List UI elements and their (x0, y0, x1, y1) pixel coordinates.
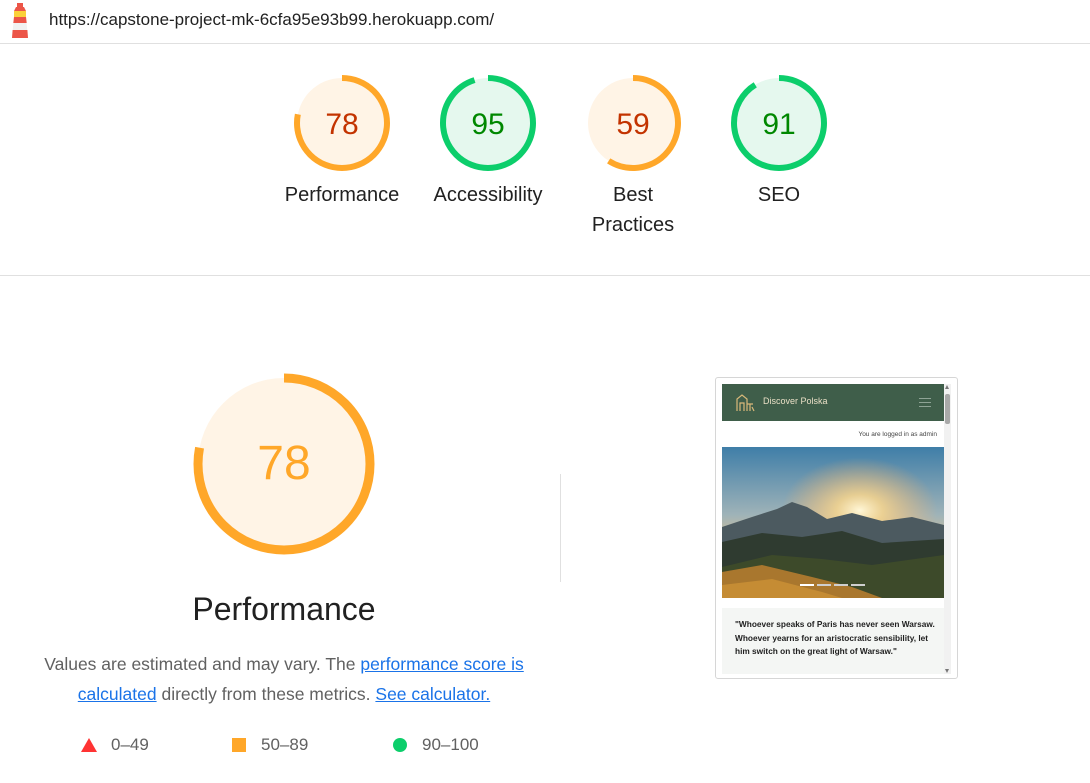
hero-image (722, 447, 944, 598)
legend-average: 50–89 (231, 735, 308, 755)
best-practices-score: 59 (616, 108, 649, 141)
screenshot-scrollbar[interactable] (944, 384, 951, 674)
seo-label: SEO (757, 184, 801, 206)
best-practices-gauge-ring: 59 (585, 75, 681, 171)
legend-average-range: 50–89 (261, 735, 309, 754)
accessibility-gauge-ring: 95 (440, 75, 536, 171)
site-brand: Discover Polska (763, 396, 828, 406)
score-gauge-accessibility[interactable]: 95 Accessibility (418, 74, 558, 210)
accessibility-label: Accessibility (433, 184, 543, 206)
description-text-1: Values are estimated and may vary. The (44, 654, 361, 674)
seo-gauge-ring: 91 (731, 75, 827, 171)
legend-pass-range: 90–100 (422, 735, 479, 754)
site-navbar: Discover Polska (722, 384, 944, 421)
best-practices-label: Best Practices (591, 184, 675, 236)
performance-heading: Performance (192, 591, 376, 627)
performance-big-gauge: 78 (193, 373, 375, 555)
site-logo-icon (736, 394, 755, 412)
quote-text: "Whoever speaks of Paris has never seen … (735, 619, 935, 657)
scores-summary: 78 Performance 95 Accessibility 59 Best … (0, 44, 1090, 276)
score-gauge-performance[interactable]: 78 Performance (272, 74, 412, 210)
screenshot-page: Discover Polska You are logged in as adm… (722, 384, 944, 674)
logged-in-text: You are logged in as admin (858, 431, 937, 438)
scroll-thumb[interactable] (945, 394, 950, 424)
final-screenshot[interactable]: Discover Polska You are logged in as adm… (715, 377, 958, 679)
legend-fail-range: 0–49 (111, 735, 149, 754)
description-text-2: directly from these metrics. (156, 684, 376, 704)
legend-fail: 0–49 (81, 735, 149, 755)
performance-gauge-ring: 78 (294, 75, 390, 171)
hamburger-icon (919, 398, 931, 407)
vertical-divider (560, 474, 561, 582)
square-icon (232, 738, 246, 752)
circle-icon (393, 738, 407, 752)
seo-score: 91 (762, 108, 795, 141)
performance-label: Performance (284, 184, 400, 206)
quote-section: "Whoever speaks of Paris has never seen … (722, 608, 944, 674)
scroll-down-icon[interactable] (945, 669, 949, 673)
triangle-icon (81, 738, 97, 752)
performance-score: 78 (325, 108, 358, 141)
performance-big-score: 78 (257, 437, 310, 490)
legend-pass: 90–100 (392, 735, 479, 755)
score-gauge-best-practices[interactable]: 59 Best Practices (563, 74, 703, 240)
score-legend: 0–49 50–89 90–100 (0, 735, 560, 759)
score-gauge-seo[interactable]: 91 SEO (709, 74, 849, 210)
url-bar: https://capstone-project-mk-6cfa95e93b99… (0, 0, 1090, 44)
see-calculator-link[interactable]: See calculator. (375, 684, 490, 704)
accessibility-score: 95 (471, 108, 504, 141)
scroll-up-icon[interactable] (945, 385, 949, 389)
lighthouse-icon (12, 3, 28, 38)
performance-description: Values are estimated and may vary. The p… (40, 649, 528, 709)
page-url[interactable]: https://capstone-project-mk-6cfa95e93b99… (49, 10, 494, 30)
